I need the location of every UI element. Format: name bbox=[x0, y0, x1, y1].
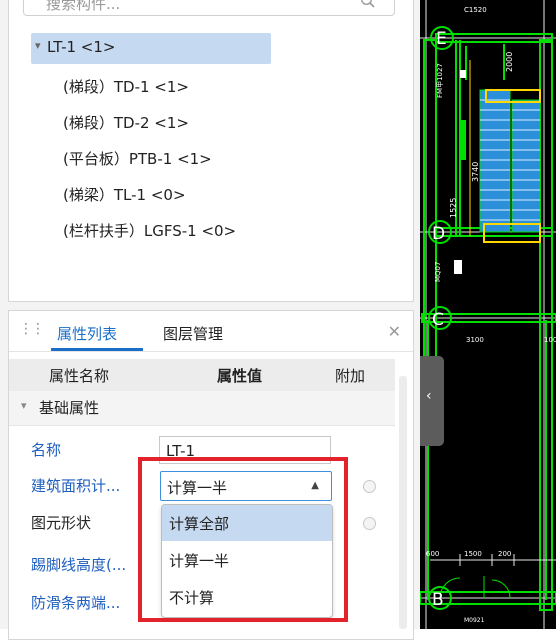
search-input[interactable]: 搜索构件... bbox=[23, 0, 395, 16]
cad-floor-plan: E D C B C1520 FM甲1027 2000 3740 1525 MQ0… bbox=[419, 0, 556, 629]
tree-item[interactable]: (栏杆扶手）LGFS-1 <0> bbox=[63, 220, 236, 241]
prop-label-name: 名称 bbox=[31, 441, 62, 459]
tree-item-label: LT-1 <1> bbox=[47, 38, 116, 56]
dim-text: FM甲1027 bbox=[436, 63, 444, 98]
active-tab-indicator bbox=[51, 348, 143, 351]
collapse-caret-icon[interactable]: ▾ bbox=[21, 399, 27, 412]
collapse-panel-button[interactable]: ‹ bbox=[420, 356, 444, 446]
cad-drawing-canvas[interactable]: E D C B C1520 FM甲1027 2000 3740 1525 MQ0… bbox=[419, 0, 556, 629]
dim-text: 3740 bbox=[471, 162, 480, 182]
dim-text: 200 bbox=[498, 550, 511, 558]
section-basic-properties[interactable]: ▾ 基础属性 bbox=[9, 391, 395, 426]
prop-label-skirting-height: 踢脚线高度(... bbox=[31, 556, 127, 574]
dim-text: C1520 bbox=[464, 6, 487, 14]
dim-text: M0921 bbox=[464, 617, 485, 624]
dim-text: 600 bbox=[426, 550, 439, 558]
chevron-left-icon: ‹ bbox=[426, 388, 432, 404]
column-header-name: 属性名称 bbox=[49, 367, 110, 385]
column-header-extra: 附加 bbox=[335, 367, 366, 385]
search-placeholder: 搜索构件... bbox=[46, 0, 121, 13]
highlight-annotation-box bbox=[138, 457, 348, 622]
dim-text: 100 bbox=[544, 336, 556, 344]
tab-attribute-list[interactable]: 属性列表 bbox=[57, 323, 117, 344]
tree-item-root[interactable]: ▾ LT-1 <1> bbox=[31, 33, 271, 64]
axis-label-d: D bbox=[432, 224, 445, 244]
drag-handle-icon[interactable]: ⋮⋮ bbox=[19, 321, 45, 337]
close-icon[interactable]: ✕ bbox=[388, 322, 401, 341]
dim-text: 1500 bbox=[464, 550, 482, 558]
properties-tabs: ⋮⋮ 属性列表 图层管理 ✕ bbox=[9, 311, 413, 352]
extra-checkbox[interactable] bbox=[363, 517, 376, 530]
tree-item[interactable]: (梯段）TD-2 <1> bbox=[63, 112, 189, 133]
search-icon[interactable] bbox=[360, 0, 376, 9]
dim-text: MQ07 bbox=[434, 262, 442, 282]
tree-item[interactable]: (梯段）TD-1 <1> bbox=[63, 76, 189, 97]
dim-text: 2000 bbox=[505, 52, 514, 72]
component-tree-panel: 搜索构件... ▾ LT-1 <1> (梯段）TD-1 <1> (梯段）TD-2… bbox=[8, 0, 414, 302]
tab-layer-management[interactable]: 图层管理 bbox=[163, 323, 223, 344]
tree-item[interactable]: (梯梁）TL-1 <0> bbox=[63, 184, 186, 205]
axis-label-b: B bbox=[432, 590, 444, 610]
dim-text: 3100 bbox=[466, 336, 484, 344]
prop-label-anti-slip: 防滑条两端... bbox=[31, 594, 121, 612]
extra-checkbox[interactable] bbox=[363, 480, 376, 493]
left-pane: 搜索构件... ▾ LT-1 <1> (梯段）TD-1 <1> (梯段）TD-2… bbox=[0, 0, 420, 640]
axis-label-e: E bbox=[436, 29, 447, 49]
section-title: 基础属性 bbox=[39, 399, 100, 417]
axis-label-c: C bbox=[432, 310, 444, 330]
expand-arrow-icon[interactable]: ▾ bbox=[35, 39, 41, 52]
prop-label-shape: 图元形状 bbox=[31, 514, 92, 532]
properties-table-header: 属性名称 属性值 附加 bbox=[9, 359, 395, 392]
column-header-value: 属性值 bbox=[217, 367, 263, 385]
dim-text: 1525 bbox=[449, 198, 458, 218]
tree-item[interactable]: (平台板）PTB-1 <1> bbox=[63, 148, 212, 169]
prop-label-building-area: 建筑面积计... bbox=[31, 477, 121, 495]
properties-scrollbar[interactable] bbox=[399, 376, 407, 629]
